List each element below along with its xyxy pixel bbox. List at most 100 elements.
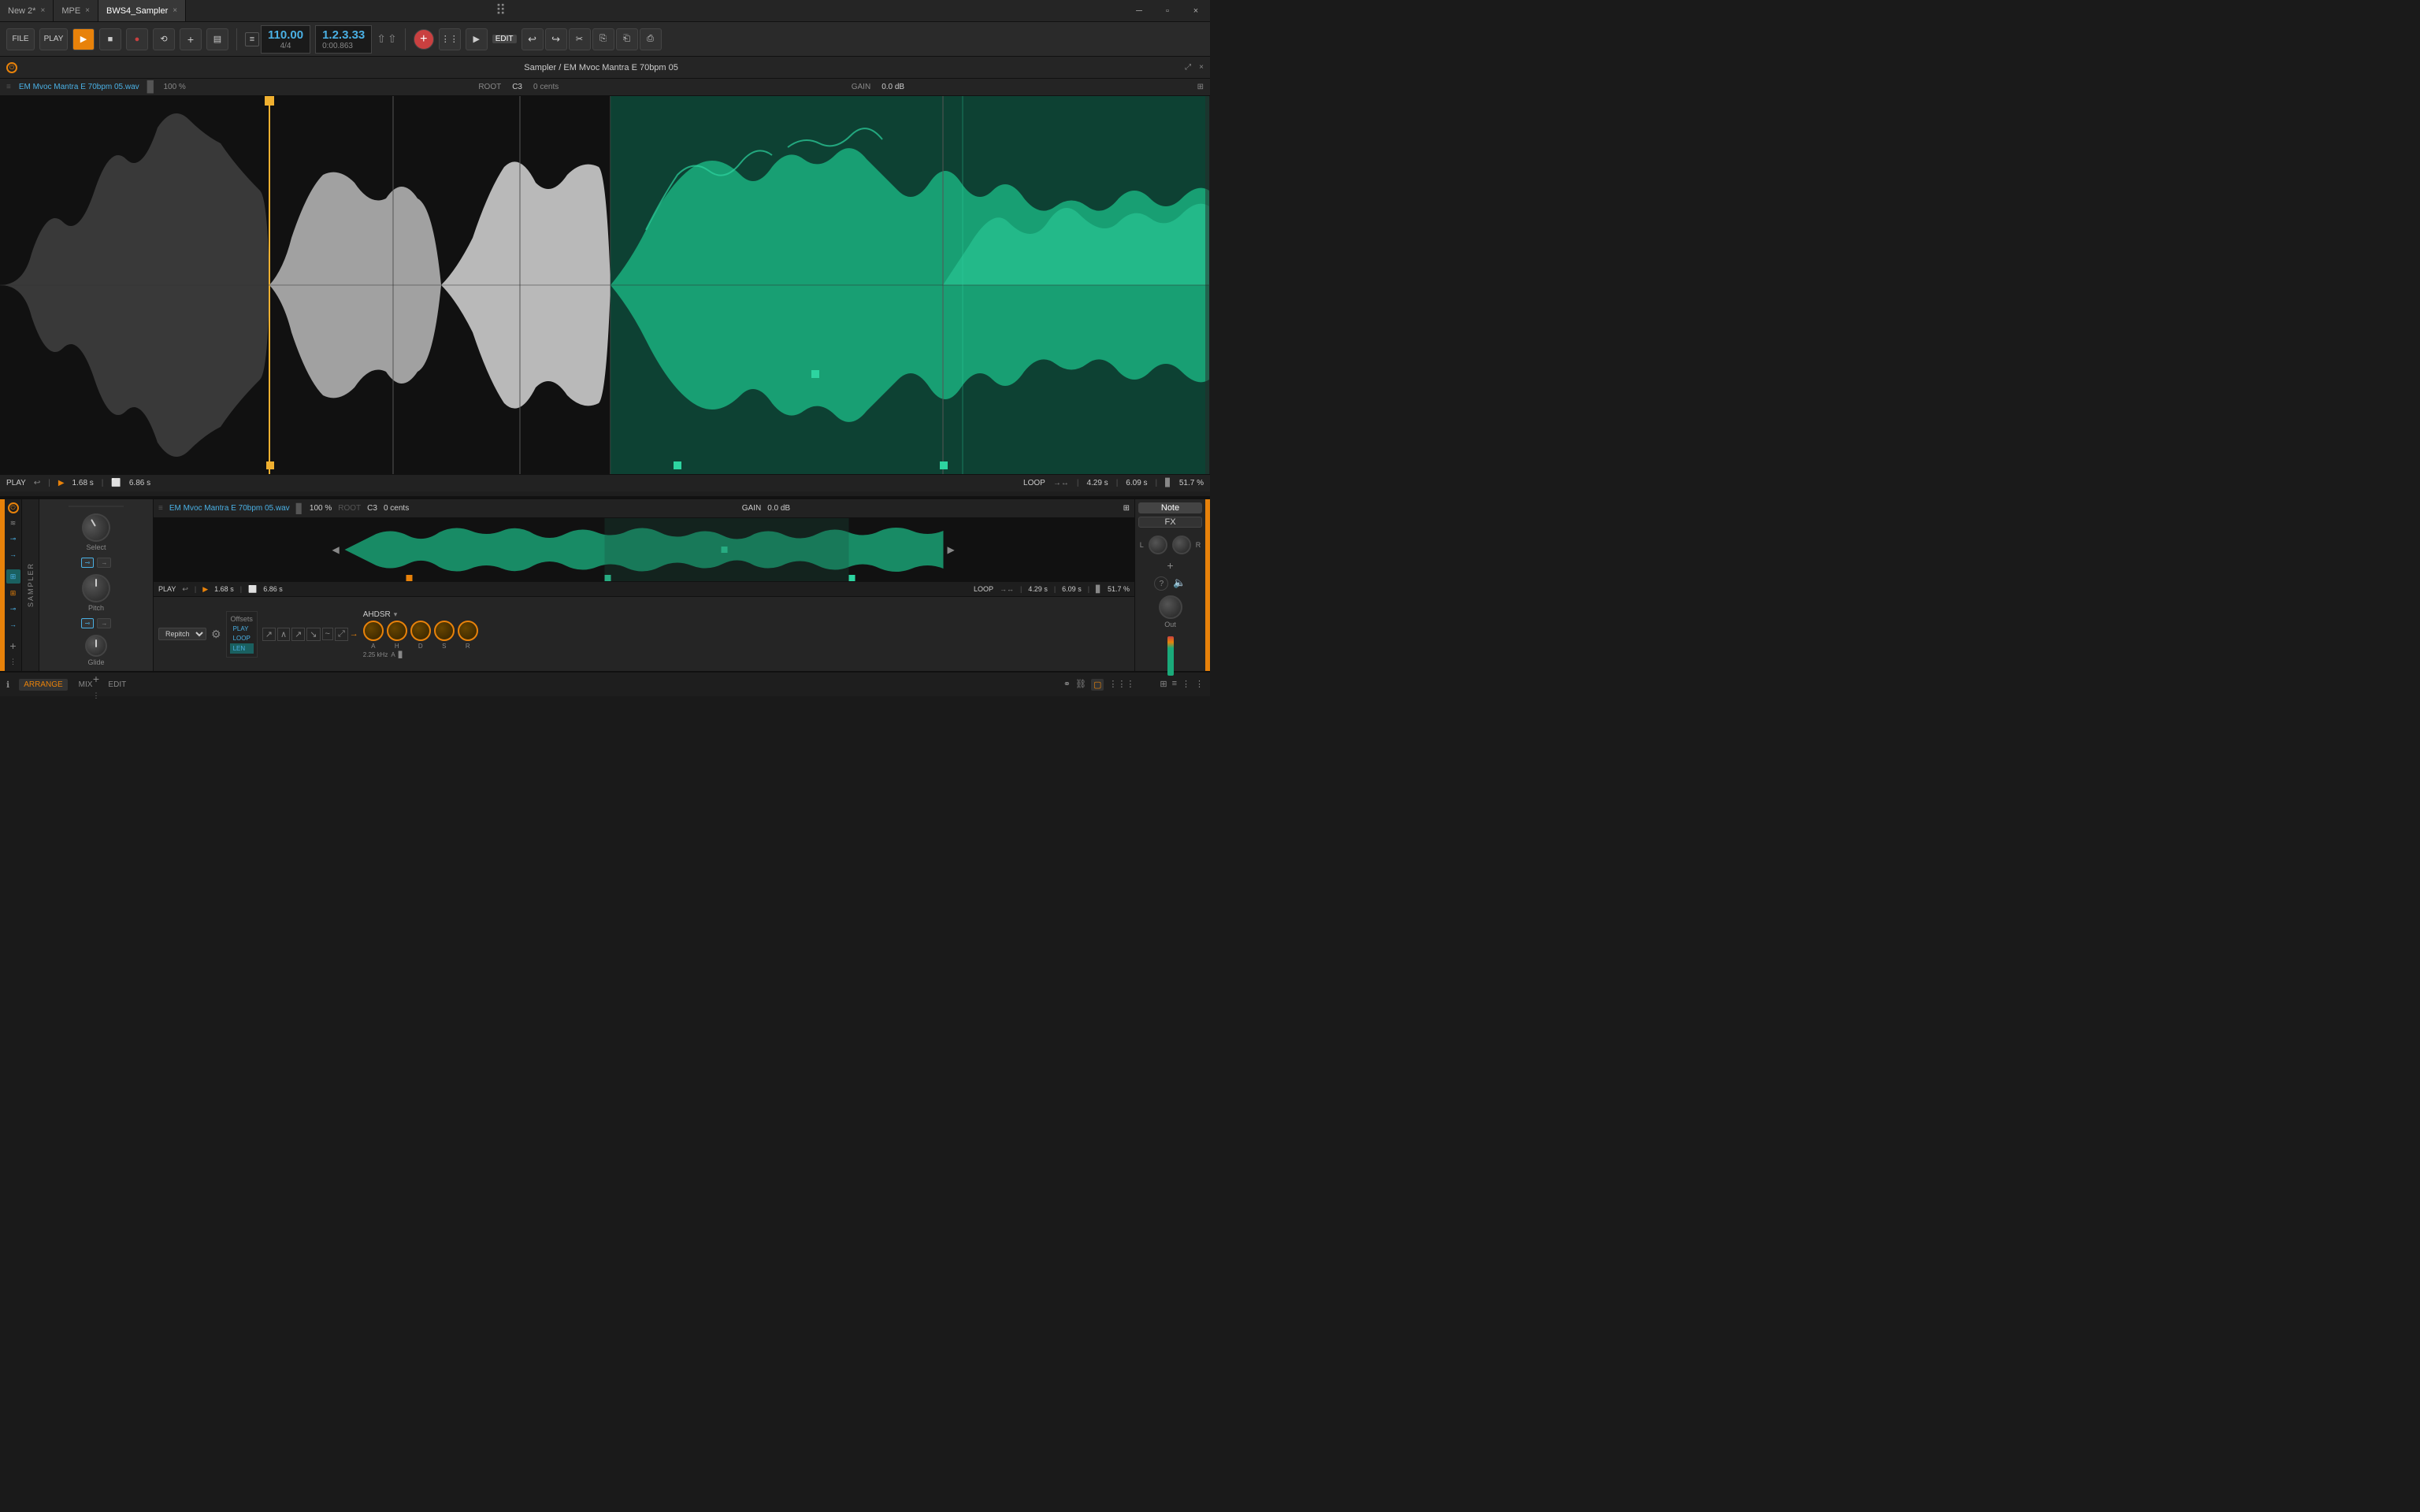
grid-icon[interactable]: ⊞ (1197, 83, 1204, 91)
ahdsr-a-knob[interactable] (363, 621, 384, 641)
paste2-button[interactable]: ⎙ (640, 28, 662, 50)
shape-btn-1[interactable]: ↗ (262, 628, 276, 641)
paste-button[interactable]: ⎗ (616, 28, 638, 50)
bottom-right-icon-1[interactable]: ⊞ (1160, 679, 1167, 691)
file-button[interactable]: FILE (6, 28, 35, 50)
record-button[interactable]: ● (126, 28, 148, 50)
tab-new2[interactable]: New 2* × (0, 0, 54, 21)
sampler-play-back-icon[interactable]: ↩ (182, 585, 188, 594)
add-sampler-icon[interactable]: + (7, 639, 20, 652)
undo-button[interactable]: ↩ (521, 28, 544, 50)
arrow-icon[interactable]: → (7, 548, 20, 561)
play-back-icon[interactable]: ↩ (34, 479, 40, 487)
shape-btn-2[interactable]: ∧ (277, 628, 290, 641)
select-knob[interactable] (76, 508, 115, 547)
ahdsr-dropdown-icon[interactable]: ▾ (394, 610, 398, 619)
overdub-button[interactable]: + (180, 28, 202, 50)
loop-marker-mid[interactable] (811, 370, 819, 378)
redo-button[interactable]: ↪ (545, 28, 567, 50)
shape-btn-6[interactable]: ⤢ (335, 628, 348, 641)
tab-bws4-close[interactable]: × (173, 6, 177, 15)
sampler-dots-icon[interactable]: ⋮ (7, 655, 20, 668)
instrument-dots-icon[interactable]: ⋮ (90, 691, 102, 700)
out-knob[interactable] (1159, 595, 1182, 619)
ahdsr-s-knob[interactable] (434, 621, 455, 641)
arrow2-icon[interactable]: → (7, 618, 20, 631)
pitch-knob[interactable] (82, 574, 110, 602)
bottom-bars-icon[interactable]: ⋮⋮⋮ (1108, 679, 1134, 691)
ahdsr-h-knob[interactable] (387, 621, 407, 641)
add-channel-icon[interactable]: + (1167, 559, 1173, 572)
loop-start-marker[interactable] (674, 461, 681, 469)
transport-play2[interactable]: ▶ (466, 28, 488, 50)
play-button[interactable]: ▶ (72, 28, 95, 50)
toggle-arrow-2[interactable]: → (97, 618, 111, 628)
help-icon[interactable]: ? (1154, 576, 1168, 591)
wave-icon[interactable]: ≋ (7, 517, 20, 529)
toggle-blue-2[interactable]: ⊸ (81, 618, 95, 628)
edit-tab[interactable]: EDIT (103, 679, 131, 691)
loop-fwd-icon[interactable]: ⇧ (388, 32, 397, 46)
expand-icon[interactable]: ⤢ (1185, 63, 1191, 72)
sampler-grid-btn[interactable]: ⊞ (1123, 504, 1130, 513)
win-maximize-button[interactable]: ▫ (1153, 0, 1182, 22)
sampler-waveform-display[interactable]: ◀ ▶ (154, 518, 1134, 581)
mixer-button[interactable]: ⋮⋮ (439, 28, 461, 50)
ahdsr-r-knob[interactable] (458, 621, 478, 641)
shape-btn-5[interactable]: ~ (322, 628, 333, 640)
tab-new2-close[interactable]: × (40, 6, 45, 15)
tab-bws4[interactable]: BWS4_Sampler × (98, 0, 186, 21)
sampler-type-icon[interactable]: ⊞ (7, 587, 20, 599)
power-button[interactable]: ⏻ (6, 62, 17, 73)
info-icon[interactable]: ℹ (6, 680, 9, 690)
edit-button[interactable]: EDIT (492, 35, 517, 43)
position-display[interactable]: 1.2.3.33 0:00.863 (315, 25, 372, 54)
win-minimize-button[interactable]: ─ (1125, 0, 1153, 22)
ahdsr-arrow[interactable]: → (350, 629, 358, 639)
note-tab[interactable]: Note (1138, 502, 1202, 513)
speaker-icon[interactable]: 🔈 (1173, 576, 1186, 591)
tab-mpe[interactable]: MPE × (54, 0, 98, 21)
offsets-loop-btn[interactable]: LOOP (230, 634, 254, 643)
bottom-right-icon-3[interactable]: ⋮ (1182, 679, 1190, 691)
connect-icon[interactable]: ⊸ (7, 532, 20, 545)
toggle-blue-1[interactable]: ⊸ (81, 558, 95, 568)
fx-tab[interactable]: FX (1138, 517, 1202, 528)
pan-l-knob[interactable] (1149, 536, 1167, 554)
sampler-grid-icon[interactable]: ⊞ (6, 569, 20, 584)
start-marker[interactable] (266, 461, 274, 469)
tempo-display[interactable]: 110.00 4/4 (261, 25, 310, 54)
offsets-len-btn[interactable]: LEN (230, 643, 254, 654)
copy-button[interactable]: ⎘ (592, 28, 614, 50)
ahdsr-d-knob[interactable] (410, 621, 431, 641)
cut-button[interactable]: ✂ (569, 28, 591, 50)
close-editor-icon[interactable]: × (1199, 63, 1204, 72)
midi-button[interactable]: ▤ (206, 28, 228, 50)
sampler-power-button[interactable]: ⏻ (8, 502, 19, 513)
cycle-button[interactable]: ⟲ (153, 28, 175, 50)
waveform-display[interactable] (0, 96, 1210, 474)
bottom-right-icon-2[interactable]: ≡ (1172, 679, 1177, 691)
stop-button[interactable]: ■ (99, 28, 121, 50)
tab-mpe-close[interactable]: × (85, 6, 90, 15)
add-button[interactable]: + (414, 29, 434, 50)
metronome-icon[interactable]: ≡ (245, 32, 259, 46)
play-label-button[interactable]: PLAY (39, 28, 68, 50)
win-close-button[interactable]: × (1182, 0, 1210, 22)
bottom-right-icon-4[interactable]: ⋮ (1195, 679, 1204, 691)
connect2-icon[interactable]: ⊸ (7, 602, 20, 615)
offsets-play-btn[interactable]: PLAY (230, 624, 254, 633)
pan-r-knob[interactable] (1172, 536, 1191, 554)
glide-knob[interactable] (85, 635, 107, 657)
shape-btn-3[interactable]: ↗ (291, 628, 305, 641)
mix-tab[interactable]: MIX (74, 679, 98, 691)
shape-btn-4[interactable]: ↘ (306, 628, 320, 641)
toggle-arrow-1[interactable]: → (97, 558, 111, 568)
bottom-link-icon[interactable]: ⚭ (1063, 679, 1071, 691)
bottom-orange-icon[interactable]: ▢ (1091, 679, 1104, 691)
loop-end-marker[interactable] (940, 461, 948, 469)
repitch-select[interactable]: Repitch (158, 628, 206, 640)
bottom-connect-icon[interactable]: ⛓ (1075, 679, 1086, 691)
arrange-tab[interactable]: ARRANGE (19, 679, 67, 691)
settings-icon[interactable]: ⚙ (211, 628, 221, 641)
